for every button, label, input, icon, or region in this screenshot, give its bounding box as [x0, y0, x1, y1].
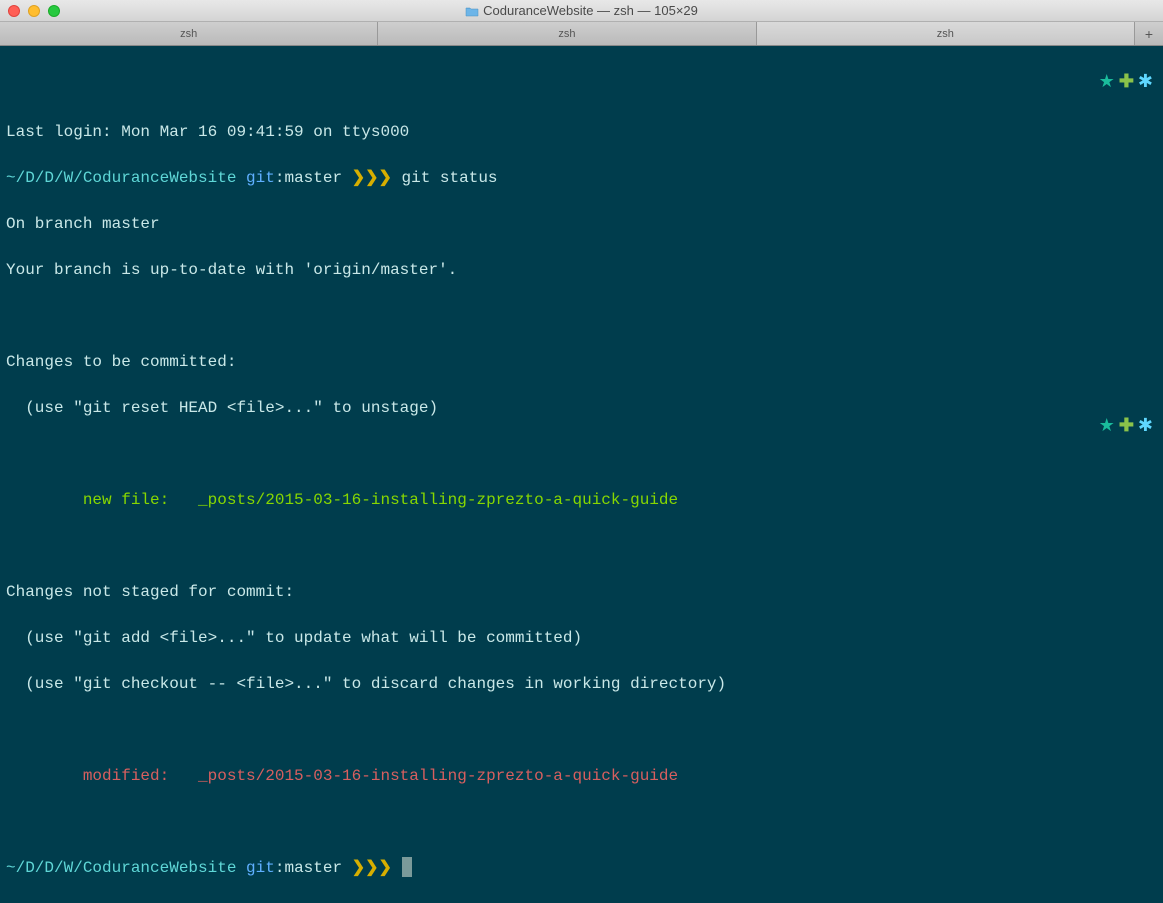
branch-name: master: [284, 859, 342, 877]
cursor: [402, 857, 412, 877]
uptodate-line: Your branch is up-to-date with 'origin/m…: [6, 259, 1157, 282]
prompt-arrows: ❯❯❯: [352, 859, 392, 877]
folder-icon: [465, 5, 479, 16]
tab-label: zsh: [937, 28, 954, 40]
terminal-area[interactable]: ★✚✱ ★✚✱ Last login: Mon Mar 16 09:41:59 …: [0, 46, 1163, 714]
colon: :: [275, 859, 285, 877]
modified-path: _posts/2015-03-16-installing-zprezto-a-q…: [198, 767, 678, 785]
git-label: git: [246, 169, 275, 187]
git-indicators-2: ★✚✱: [1099, 416, 1153, 439]
titlebar: CoduranceWebsite — zsh — 105×29: [0, 0, 1163, 22]
blank-line: [6, 535, 1157, 558]
prompt-line-2: ~/D/D/W/CoduranceWebsite git:master ❯❯❯: [6, 857, 1157, 880]
tab-zsh-3[interactable]: zsh: [757, 22, 1135, 45]
last-login-line: Last login: Mon Mar 16 09:41:59 on ttys0…: [6, 121, 1157, 144]
blank-line: [6, 811, 1157, 834]
branch-status-line: On branch master: [6, 213, 1157, 236]
asterisk-icon: ✱: [1138, 416, 1153, 439]
asterisk-icon: ✱: [1138, 72, 1153, 95]
blank-line: [6, 443, 1157, 466]
modified-label: modified:: [6, 767, 198, 785]
new-tab-button[interactable]: +: [1135, 22, 1163, 45]
tabbar: zsh zsh zsh +: [0, 22, 1163, 46]
new-file-line: new file: _posts/2015-03-16-installing-z…: [6, 489, 1157, 512]
tab-zsh-2[interactable]: zsh: [378, 22, 756, 45]
prompt-path: ~/D/D/W/CoduranceWebsite: [6, 859, 236, 877]
tab-zsh-1[interactable]: zsh: [0, 22, 378, 45]
plus-icon: ✚: [1119, 72, 1134, 95]
plus-icon: ✚: [1119, 416, 1134, 439]
changes-header: Changes to be committed:: [6, 351, 1157, 374]
blank-line: [6, 719, 1157, 742]
close-button[interactable]: [8, 5, 20, 17]
not-staged-header: Changes not staged for commit:: [6, 581, 1157, 604]
star-icon: ★: [1099, 72, 1115, 95]
prompt-arrows: ❯❯❯: [352, 169, 392, 187]
tab-label: zsh: [558, 28, 575, 40]
checkout-hint: (use "git checkout -- <file>..." to disc…: [6, 673, 1157, 696]
add-hint: (use "git add <file>..." to update what …: [6, 627, 1157, 650]
prompt-line-1: ~/D/D/W/CoduranceWebsite git:master ❯❯❯ …: [6, 167, 1157, 190]
command-text: git status: [402, 169, 498, 187]
unstage-hint: (use "git reset HEAD <file>..." to unsta…: [6, 397, 1157, 420]
new-file-path: _posts/2015-03-16-installing-zprezto-a-q…: [198, 491, 678, 509]
blank-line: [6, 305, 1157, 328]
traffic-lights: [8, 5, 60, 17]
branch-name: master: [284, 169, 342, 187]
git-indicators-1: ★✚✱: [1099, 72, 1153, 95]
new-file-label: new file:: [6, 491, 198, 509]
maximize-button[interactable]: [48, 5, 60, 17]
modified-line: modified: _posts/2015-03-16-installing-z…: [6, 765, 1157, 788]
git-label: git: [246, 859, 275, 877]
star-icon: ★: [1099, 416, 1115, 439]
window-title: CoduranceWebsite — zsh — 105×29: [8, 3, 1155, 18]
minimize-button[interactable]: [28, 5, 40, 17]
window-title-text: CoduranceWebsite — zsh — 105×29: [483, 3, 698, 18]
prompt-path: ~/D/D/W/CoduranceWebsite: [6, 169, 236, 187]
tab-label: zsh: [180, 28, 197, 40]
